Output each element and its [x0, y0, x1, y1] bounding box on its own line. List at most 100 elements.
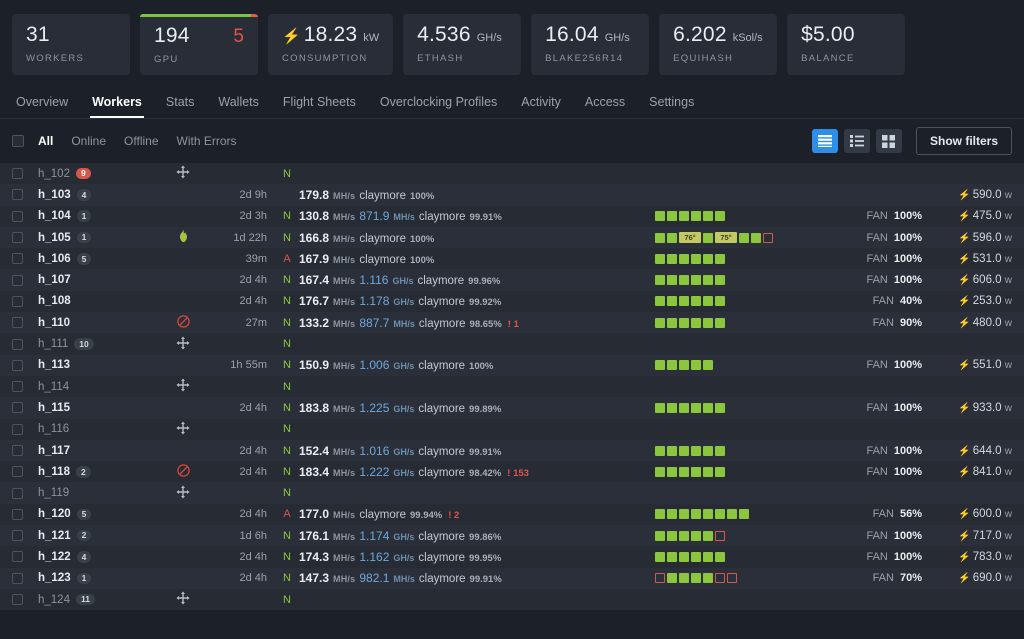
gpu-status-block[interactable] [667, 296, 677, 306]
gpu-status-block[interactable] [703, 446, 713, 456]
gpu-status-block[interactable] [703, 531, 713, 541]
gpu-status-block[interactable] [655, 360, 665, 370]
select-all-checkbox[interactable] [12, 135, 24, 147]
gpu-status-block[interactable] [691, 573, 701, 583]
gpu-status-block[interactable] [679, 211, 689, 221]
worker-name-cell[interactable]: h_1205 [38, 508, 153, 520]
worker-name-cell[interactable]: h_12411 [38, 594, 153, 606]
gpu-status-block[interactable] [751, 233, 761, 243]
gpu-status-block[interactable] [667, 254, 677, 264]
gpu-status-block[interactable] [691, 531, 701, 541]
gpu-status-block[interactable] [715, 552, 725, 562]
table-row[interactable]: h_10412d 3hN130.8MH/s871.9MH/sclaymore99… [0, 206, 1024, 227]
gpu-status-block[interactable] [703, 233, 713, 243]
move-icon[interactable] [176, 165, 190, 182]
tab-overview[interactable]: Overview [12, 95, 80, 118]
gpu-status-block[interactable] [691, 296, 701, 306]
gpu-status-block-offline[interactable] [763, 233, 773, 243]
gpu-status-block[interactable] [703, 403, 713, 413]
list-view-icon[interactable] [812, 129, 838, 153]
gpu-status-block[interactable] [703, 509, 713, 519]
gpu-status-block[interactable] [691, 275, 701, 285]
table-row[interactable]: h_12312d 4hN147.3MH/s982.1MH/sclaymore99… [0, 568, 1024, 589]
gpu-status-block[interactable] [679, 552, 689, 562]
gpu-status-block[interactable] [655, 296, 665, 306]
tab-settings[interactable]: Settings [637, 95, 706, 118]
worker-name-cell[interactable]: h_114 [38, 381, 153, 393]
move-icon[interactable] [176, 336, 190, 353]
gpu-status-block[interactable] [667, 360, 677, 370]
gpu-status-block[interactable] [679, 509, 689, 519]
gpu-status-block[interactable] [679, 254, 689, 264]
gpu-status-block[interactable] [655, 446, 665, 456]
row-checkbox[interactable] [12, 317, 23, 328]
gpu-status-block[interactable] [667, 318, 677, 328]
row-checkbox[interactable] [12, 232, 23, 243]
gpu-status-block-offline[interactable] [727, 573, 737, 583]
tab-overclocking-profiles[interactable]: Overclocking Profiles [368, 95, 509, 118]
gpu-temp-block[interactable]: 75° [715, 232, 737, 243]
gpu-status-block[interactable] [703, 467, 713, 477]
row-checkbox[interactable] [12, 189, 23, 200]
table-row[interactable]: h_106539mA167.9MH/sclaymore100%FAN100%⚡5… [0, 248, 1024, 269]
filter-offline[interactable]: Offline [124, 134, 158, 148]
gpu-status-block[interactable] [703, 254, 713, 264]
gpu-status-block[interactable] [655, 254, 665, 264]
worker-name-cell[interactable]: h_110 [38, 317, 153, 329]
gpu-status-block[interactable] [679, 573, 689, 583]
worker-name-cell[interactable]: h_1029 [38, 168, 153, 180]
gpu-status-block[interactable] [739, 509, 749, 519]
gpu-status-block[interactable] [691, 467, 701, 477]
gpu-status-block[interactable] [715, 446, 725, 456]
gpu-status-block-offline[interactable] [715, 531, 725, 541]
worker-name-cell[interactable]: h_115 [38, 402, 153, 414]
filter-online[interactable]: Online [71, 134, 106, 148]
gpu-status-block[interactable] [715, 296, 725, 306]
gpu-status-block[interactable] [703, 360, 713, 370]
worker-name-cell[interactable]: h_1231 [38, 572, 153, 584]
gpu-status-block[interactable] [667, 552, 677, 562]
table-row[interactable]: h_1152d 4hN183.8MH/s1.225GH/sclaymore99.… [0, 397, 1024, 418]
table-row[interactable]: h_1072d 4hN167.4MH/s1.116GH/sclaymore99.… [0, 269, 1024, 290]
gpu-status-block[interactable] [703, 275, 713, 285]
worker-name-cell[interactable]: h_1224 [38, 551, 153, 563]
worker-name-cell[interactable]: h_113 [38, 359, 153, 371]
gpu-status-block[interactable] [667, 211, 677, 221]
gpu-status-block[interactable] [655, 403, 665, 413]
table-row[interactable]: h_1029N [0, 163, 1024, 184]
gpu-status-block[interactable] [703, 296, 713, 306]
worker-name-cell[interactable]: h_117 [38, 445, 153, 457]
gpu-status-block[interactable] [715, 275, 725, 285]
row-checkbox[interactable] [12, 339, 23, 350]
row-checkbox[interactable] [12, 168, 23, 179]
move-icon[interactable] [176, 485, 190, 502]
row-checkbox[interactable] [12, 509, 23, 520]
gpu-status-block[interactable] [679, 318, 689, 328]
tab-stats[interactable]: Stats [154, 95, 207, 118]
grid-view-icon[interactable] [876, 129, 902, 153]
gpu-status-block[interactable] [679, 296, 689, 306]
gpu-status-block[interactable] [667, 446, 677, 456]
gpu-status-block[interactable] [715, 403, 725, 413]
gpu-status-block[interactable] [691, 509, 701, 519]
gpu-status-block[interactable] [679, 531, 689, 541]
row-checkbox[interactable] [12, 551, 23, 562]
row-checkbox[interactable] [12, 211, 23, 222]
row-checkbox[interactable] [12, 402, 23, 413]
gpu-status-block[interactable] [679, 467, 689, 477]
gpu-status-block[interactable] [679, 446, 689, 456]
gpu-status-block[interactable] [691, 446, 701, 456]
tab-activity[interactable]: Activity [509, 95, 573, 118]
gpu-status-block[interactable] [691, 211, 701, 221]
row-checkbox[interactable] [12, 530, 23, 541]
gpu-status-block[interactable] [703, 552, 713, 562]
show-filters-button[interactable]: Show filters [916, 127, 1012, 155]
gpu-status-block[interactable] [679, 360, 689, 370]
table-row[interactable]: h_114N [0, 376, 1024, 397]
row-checkbox[interactable] [12, 466, 23, 477]
worker-name-cell[interactable]: h_1212 [38, 530, 153, 542]
table-row[interactable]: h_12242d 4hN174.3MH/s1.162GH/sclaymore99… [0, 546, 1024, 567]
gpu-status-block[interactable] [691, 403, 701, 413]
gpu-status-block[interactable] [655, 233, 665, 243]
gpu-status-block[interactable] [679, 403, 689, 413]
